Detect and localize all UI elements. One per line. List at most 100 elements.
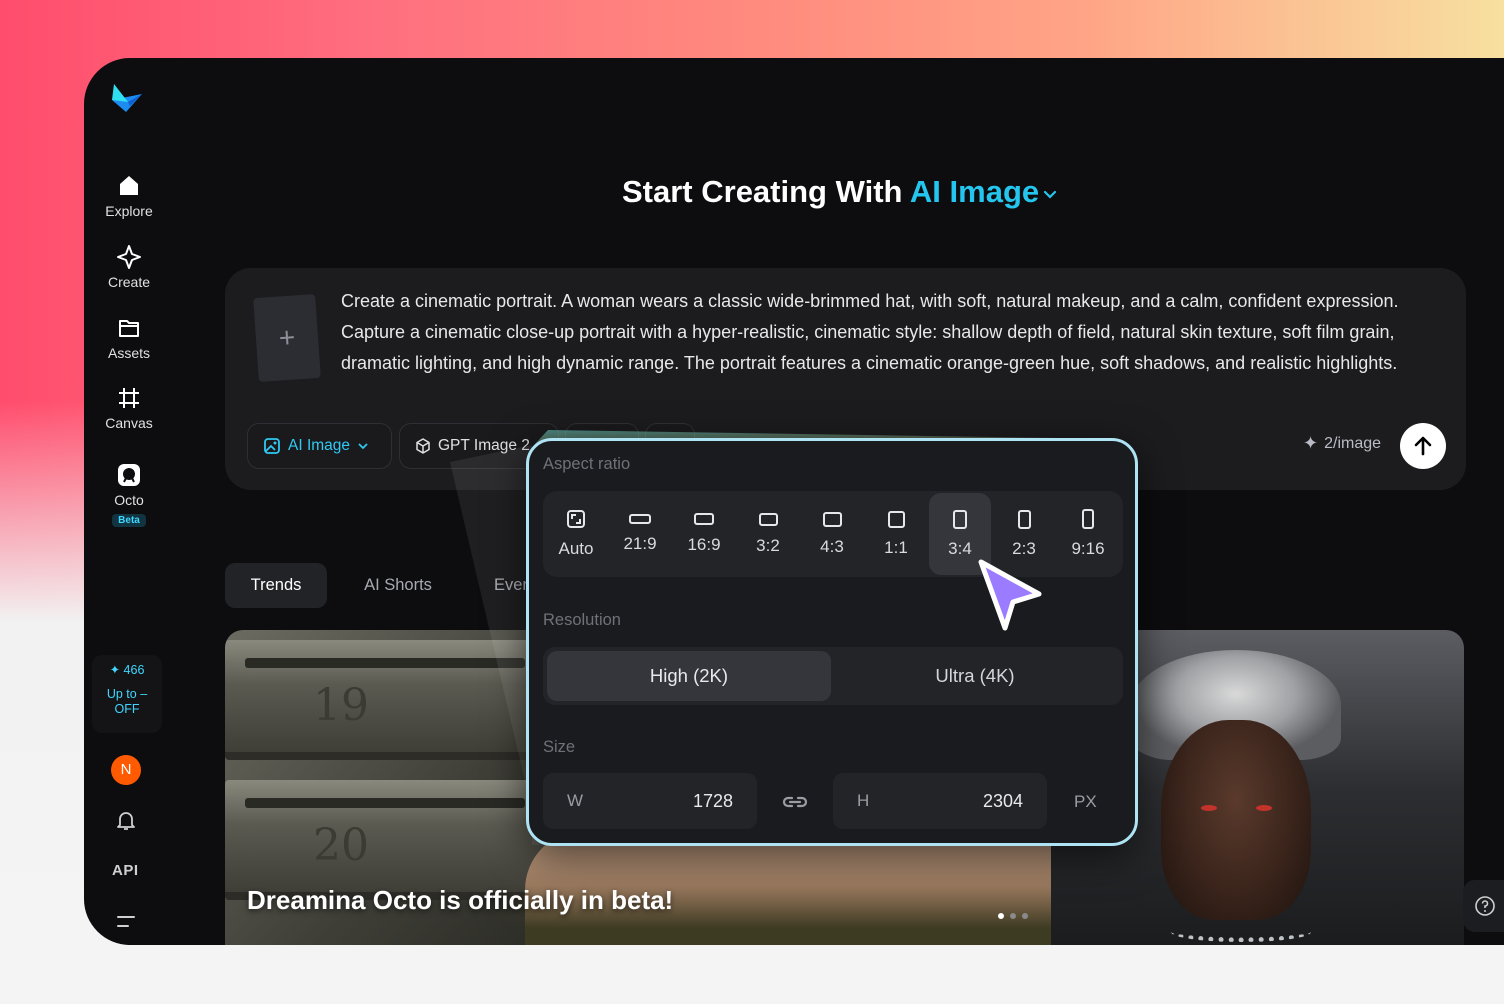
price-indicator: ✦ 2/image [1303,433,1381,454]
title-prefix: Start Creating With [622,174,903,209]
folder-icon [119,320,139,337]
ratio-label: 1:1 [884,537,908,557]
ratio-option-1-1[interactable]: 1:1 [865,493,927,575]
sparkle-icon: ✦ [109,663,121,677]
height-field[interactable]: H 2304 [833,773,1047,829]
sidebar-item-explore[interactable]: Explore [84,173,174,221]
mode-chip[interactable]: AI Image [247,423,392,469]
carousel-dot[interactable] [1022,913,1028,919]
chain-image [1171,922,1311,942]
height-value: 2304 [982,791,1023,811]
size-title: Size [543,738,576,756]
banner-caption: Dreamina Octo is officially in beta! [247,885,674,915]
sidebar-item-label: Explore [105,203,153,219]
add-reference-image-button[interactable]: + [253,293,321,383]
ratio-label: 2:3 [1012,538,1036,558]
dreamina-logo-icon[interactable] [108,80,144,116]
portrait-face-image [1161,720,1311,920]
eye-image [1201,805,1217,811]
ratio-option-21-9[interactable]: 21:9 [609,493,671,575]
ratio-label: 3:4 [948,538,972,558]
sidebar-item-assets[interactable]: Assets [84,315,174,363]
sidebar-item-label: Create [107,274,151,290]
resolution-title: Resolution [543,611,621,629]
credits-value: 466 [123,663,145,677]
image-icon [264,438,280,454]
mode-label: AI Image [909,174,1040,209]
tab-trends[interactable]: Trends [225,563,327,608]
width-field[interactable]: W 1728 [543,773,757,829]
ratio-shape-icon [629,514,651,524]
question-icon [1475,896,1495,916]
ratio-label: 21:9 [623,534,657,553]
ratio-label: Auto [558,539,594,558]
price-label: 2/image [1324,434,1382,452]
mode-chip-label: AI Image [288,437,351,454]
api-link[interactable]: API [112,862,139,879]
sparkle-icon: ✦ [1303,433,1319,453]
ratio-shape-icon [1017,509,1031,529]
resolution-option-high[interactable]: High (2K) [547,651,831,701]
ratio-label: 9:16 [1071,539,1105,558]
mode-selector[interactable]: AI Image [910,174,1059,209]
mailbox-number: 20 [313,820,369,871]
credits-promo[interactable]: ✦ 466 Up to – OFF [92,655,162,733]
ratio-shape-icon [887,510,905,528]
resolution-option-ultra[interactable]: Ultra (4K) [833,651,1117,701]
credits-count: ✦ 466 [92,663,162,678]
canvas-icon [119,388,139,408]
sparkle-icon [117,245,141,269]
width-label: W [567,791,584,810]
promo-line-2: OFF [114,702,140,716]
home-icon [120,176,138,195]
arrow-up-icon [1414,436,1432,456]
tab-ai-shorts[interactable]: AI Shorts [346,563,450,608]
width-value: 1728 [692,791,733,811]
unit-label: PX [1074,792,1097,811]
ratio-shape-icon [822,511,842,527]
ratio-option-16-9[interactable]: 16:9 [673,493,735,575]
link-icon[interactable] [781,791,809,813]
prompt-input[interactable]: Create a cinematic portrait. A woman wea… [341,286,1446,379]
beta-badge: Beta [112,514,146,527]
carousel-dot[interactable] [998,913,1004,919]
menu-icon[interactable] [116,914,136,930]
ratio-shape-icon [758,512,778,526]
sidebar-item-label: Octo [114,492,144,508]
ratio-label: 3:2 [756,535,780,555]
ratio-option-auto[interactable]: Auto [545,493,607,575]
ratio-option-9-16[interactable]: 9:16 [1057,493,1119,575]
sidebar-item-create[interactable]: Create [84,244,174,292]
ratio-shape-icon [1082,509,1094,529]
eye-image [1256,805,1272,811]
sidebar-item-canvas[interactable]: Canvas [84,385,174,433]
avatar[interactable]: N [111,755,141,785]
height-label: H [857,791,870,810]
auto-ratio-icon [567,510,585,528]
mailbox-number: 19 [313,680,369,731]
cube-icon [416,438,430,454]
octo-icon [118,464,140,486]
mailbox-slot [245,798,525,808]
sidebar-item-label: Assets [107,345,150,361]
sidebar-item-octo[interactable]: Octo Beta [84,462,174,528]
bell-icon[interactable] [114,808,138,832]
help-button[interactable] [1463,880,1504,932]
send-button[interactable] [1400,423,1446,469]
ratio-option-4-3[interactable]: 4:3 [801,493,863,575]
mailbox-slot [245,658,525,668]
chevron-down-icon [358,443,368,450]
ratio-label: 16:9 [687,535,721,554]
mouse-cursor-icon [978,559,1042,631]
aspect-ratio-title: Aspect ratio [543,455,631,473]
ratio-shape-icon [694,513,714,525]
page-title: Start Creating With AI Image [622,174,1059,210]
ratio-shape-icon [953,509,967,529]
resolution-selector: High (2K) Ultra (4K) [543,647,1123,705]
sidebar-item-label: Canvas [105,415,153,431]
chevron-down-icon [1044,190,1057,199]
ratio-label: 4:3 [820,536,844,556]
carousel-dot[interactable] [1010,913,1016,919]
carousel-dots[interactable] [998,913,1028,919]
ratio-option-3-2[interactable]: 3:2 [737,493,799,575]
